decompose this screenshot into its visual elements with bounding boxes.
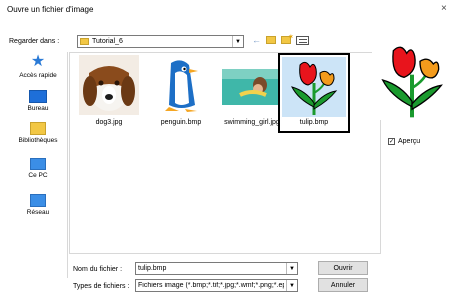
chevron-down-icon[interactable]: ▼ bbox=[286, 263, 297, 274]
file-item-penguin[interactable]: penguin.bmp bbox=[146, 55, 216, 126]
open-button[interactable]: Ouvrir bbox=[318, 261, 368, 275]
folder-icon bbox=[30, 122, 46, 135]
swimming-girl-thumbnail bbox=[220, 55, 284, 115]
sidebar-item-label: Accès rapide bbox=[19, 72, 57, 79]
file-item-tulip[interactable]: tulip.bmp bbox=[278, 53, 350, 133]
back-arrow-icon[interactable]: ← bbox=[252, 35, 261, 45]
computer-icon bbox=[30, 158, 46, 170]
view-menu-icon[interactable] bbox=[296, 35, 309, 45]
sidebar-item-desktop[interactable]: Bureau bbox=[8, 90, 68, 112]
look-in-label: Regarder dans : bbox=[9, 38, 60, 45]
preview-label: Aperçu bbox=[398, 138, 421, 145]
places-sidebar: ★ Accès rapide Bureau Bibliothèques Ce P… bbox=[8, 52, 68, 278]
filename-label: Nom du fichier : bbox=[73, 266, 123, 273]
look-in-value: Tutorial_6 bbox=[92, 38, 123, 45]
tulip-thumbnail bbox=[284, 57, 344, 117]
tulip-preview-image bbox=[381, 46, 443, 118]
network-icon bbox=[30, 194, 46, 207]
chevron-down-icon[interactable]: ▼ bbox=[232, 36, 243, 47]
sidebar-item-label: Bureau bbox=[27, 105, 49, 112]
dog-thumbnail bbox=[79, 55, 139, 115]
sidebar-item-libraries[interactable]: Bibliothèques bbox=[8, 122, 68, 144]
sidebar-item-label: Bibliothèques bbox=[18, 137, 58, 144]
desktop-icon bbox=[29, 90, 47, 103]
new-folder-icon[interactable]: ✶ bbox=[281, 34, 294, 44]
filetype-label: Types de fichiers : bbox=[73, 283, 130, 290]
file-name: tulip.bmp bbox=[299, 119, 329, 126]
file-item-dog[interactable]: dog3.jpg bbox=[74, 55, 144, 126]
sidebar-item-label: Ce PC bbox=[28, 172, 48, 179]
file-name: penguin.bmp bbox=[160, 119, 202, 126]
cancel-button[interactable]: Annuler bbox=[318, 278, 368, 292]
up-folder-icon[interactable] bbox=[266, 36, 276, 44]
preview-pane bbox=[372, 40, 452, 120]
close-icon[interactable]: × bbox=[441, 3, 447, 14]
filetype-value: Fichiers image (*.bmp;*.tif;*.jpg;*.wmf;… bbox=[138, 282, 284, 289]
folder-icon bbox=[80, 38, 89, 45]
look-in-dropdown[interactable]: Tutorial_6 ▼ bbox=[77, 35, 244, 48]
window-title: Ouvre un fichier d'image bbox=[7, 5, 94, 14]
preview-toggle[interactable]: ✓ Aperçu bbox=[388, 138, 420, 145]
file-list[interactable]: dog3.jpg penguin.bmp swimming_girl.jpg t… bbox=[69, 52, 381, 254]
filename-input[interactable]: tulip.bmp ▼ bbox=[135, 262, 298, 275]
file-name: dog3.jpg bbox=[95, 119, 123, 126]
star-icon: ★ bbox=[30, 53, 46, 70]
chevron-down-icon[interactable]: ▼ bbox=[286, 280, 297, 291]
preview-checkbox[interactable]: ✓ bbox=[388, 138, 395, 145]
penguin-thumbnail bbox=[151, 55, 211, 115]
sidebar-item-network[interactable]: Réseau bbox=[8, 194, 68, 216]
sidebar-item-quick-access[interactable]: ★ Accès rapide bbox=[8, 53, 68, 80]
sidebar-item-label: Réseau bbox=[26, 209, 50, 216]
filename-value: tulip.bmp bbox=[138, 265, 167, 272]
filetype-dropdown[interactable]: Fichiers image (*.bmp;*.tif;*.jpg;*.wmf;… bbox=[135, 279, 298, 292]
sidebar-item-this-pc[interactable]: Ce PC bbox=[8, 158, 68, 179]
